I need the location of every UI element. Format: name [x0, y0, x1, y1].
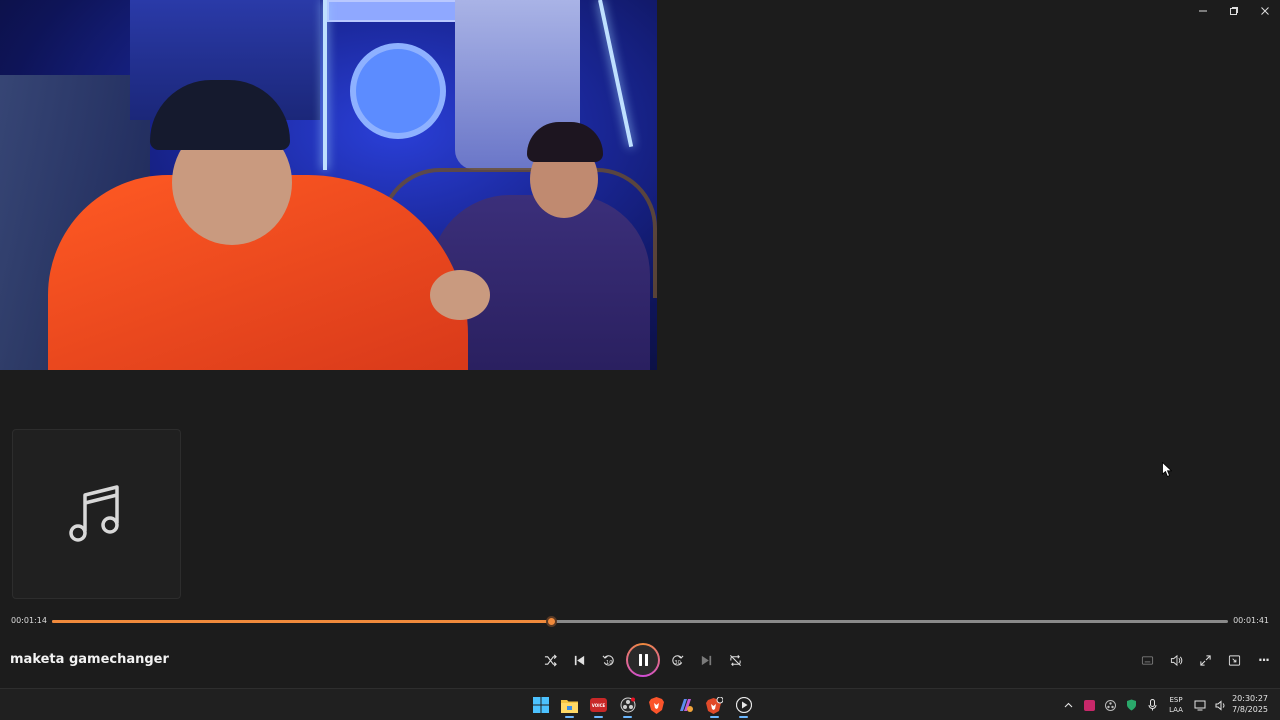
skip-forward-label: 30	[674, 659, 680, 665]
voicemeeter-label: VOICE	[591, 702, 606, 708]
taskbar-copilot[interactable]	[671, 692, 700, 718]
repeat-button[interactable]	[721, 646, 750, 674]
more-icon: ···	[1258, 653, 1270, 667]
mini-player-button[interactable]	[1220, 646, 1249, 674]
windows-start-icon	[532, 697, 549, 713]
taskbar-file-explorer[interactable]	[555, 692, 584, 718]
tray-app-red-icon	[1084, 699, 1095, 711]
video-scene-sign	[327, 0, 461, 22]
previous-icon	[574, 655, 585, 665]
brave-icon	[649, 696, 664, 714]
keyboard-layout: LAA	[1169, 706, 1183, 714]
tray-app-2[interactable]	[1100, 694, 1121, 716]
microphone-icon	[1148, 699, 1157, 711]
taskbar-media-player[interactable]	[729, 692, 758, 718]
taskbar-apps: VOICE	[526, 692, 758, 718]
language-code: ESP	[1169, 696, 1183, 704]
media-player-icon	[735, 697, 752, 713]
video-scene-neon-light	[323, 0, 327, 170]
volume-icon	[1170, 654, 1183, 666]
network-icon	[1194, 700, 1205, 710]
video-person-right-hair	[527, 122, 603, 162]
language-indicator[interactable]: ESP LAA	[1163, 695, 1189, 715]
taskbar-brave-beta[interactable]	[700, 692, 729, 718]
close-icon	[1260, 7, 1269, 15]
window-controls	[1187, 0, 1280, 22]
video-scene-neon-light-right	[598, 0, 634, 148]
taskbar-obs[interactable]	[613, 692, 642, 718]
tray-app-1[interactable]	[1079, 694, 1100, 716]
skip-forward-30-icon: 30	[672, 654, 684, 665]
play-pause-button[interactable]	[626, 643, 660, 677]
minimize-button[interactable]	[1187, 0, 1218, 22]
restore-button[interactable]	[1218, 0, 1249, 22]
shuffle-icon	[544, 654, 557, 666]
minimize-icon	[1198, 10, 1207, 12]
taskbar: VOICE ESP LAA 20:30:27 7/8/2025	[0, 688, 1280, 720]
next-icon	[701, 655, 712, 665]
track-title: maketa gamechanger	[10, 652, 169, 667]
speaker-icon	[1215, 699, 1224, 711]
secondary-controls: ···	[1133, 646, 1278, 674]
tray-volume[interactable]	[1210, 694, 1231, 716]
tray-app-3[interactable]	[1121, 694, 1142, 716]
obs-icon	[620, 697, 635, 713]
repeat-off-icon	[730, 654, 741, 666]
pause-icon	[638, 654, 648, 666]
restore-icon	[1229, 7, 1238, 15]
brave-beta-icon	[706, 696, 723, 714]
video-frame[interactable]	[0, 0, 657, 370]
previous-button[interactable]	[565, 646, 594, 674]
fullscreen-button[interactable]	[1191, 646, 1220, 674]
more-options-button[interactable]: ···	[1249, 646, 1278, 674]
obs-tray-icon	[1105, 699, 1116, 711]
music-note-icon	[68, 485, 119, 542]
fullscreen-icon	[1200, 654, 1211, 666]
skip-back-button[interactable]: 10	[594, 646, 623, 674]
clock-date: 7/8/2025	[1232, 705, 1268, 714]
file-explorer-icon	[561, 699, 578, 713]
taskbar-brave[interactable]	[642, 692, 671, 718]
mini-player-icon	[1228, 654, 1241, 666]
tray-overflow-button[interactable]	[1058, 694, 1079, 716]
copilot-icon	[680, 699, 693, 712]
start-button[interactable]	[526, 692, 555, 718]
media-player-window: 00:01:14 00:01:41 maketa gamechanger 10 …	[0, 0, 1280, 688]
play-pause-inner	[628, 645, 658, 675]
close-button[interactable]	[1249, 0, 1280, 22]
skip-forward-button[interactable]: 30	[663, 646, 692, 674]
seek-bar-thumb[interactable]	[545, 616, 557, 627]
mouse-cursor-icon	[1162, 462, 1172, 478]
album-art	[12, 429, 181, 599]
captions-button[interactable]	[1133, 646, 1162, 674]
tray-network[interactable]	[1189, 694, 1210, 716]
elapsed-time: 00:01:14	[11, 616, 47, 625]
video-person-left-hand	[430, 270, 490, 320]
video-scene-logo	[350, 43, 446, 139]
taskbar-clock[interactable]: 20:30:27 7/8/2025	[1232, 693, 1268, 715]
volume-button[interactable]	[1162, 646, 1191, 674]
total-time: 00:01:41	[1233, 616, 1269, 625]
seek-bar-progress	[52, 620, 551, 623]
clock-time: 20:30:27	[1232, 694, 1268, 703]
next-button[interactable]	[692, 646, 721, 674]
taskbar-voicemeeter[interactable]: VOICE	[584, 692, 613, 718]
captions-icon	[1141, 655, 1154, 665]
seek-bar[interactable]	[52, 616, 1228, 627]
voicemeeter-icon: VOICE	[590, 698, 607, 712]
playback-controls: 10 30	[536, 643, 750, 677]
skip-back-label: 10	[606, 659, 612, 665]
skip-back-10-icon: 10	[602, 654, 614, 665]
shield-icon	[1127, 699, 1136, 711]
chevron-up-icon	[1064, 702, 1073, 708]
system-tray: ESP LAA	[1058, 694, 1231, 716]
tray-microphone[interactable]	[1142, 694, 1163, 716]
shuffle-button[interactable]	[536, 646, 565, 674]
